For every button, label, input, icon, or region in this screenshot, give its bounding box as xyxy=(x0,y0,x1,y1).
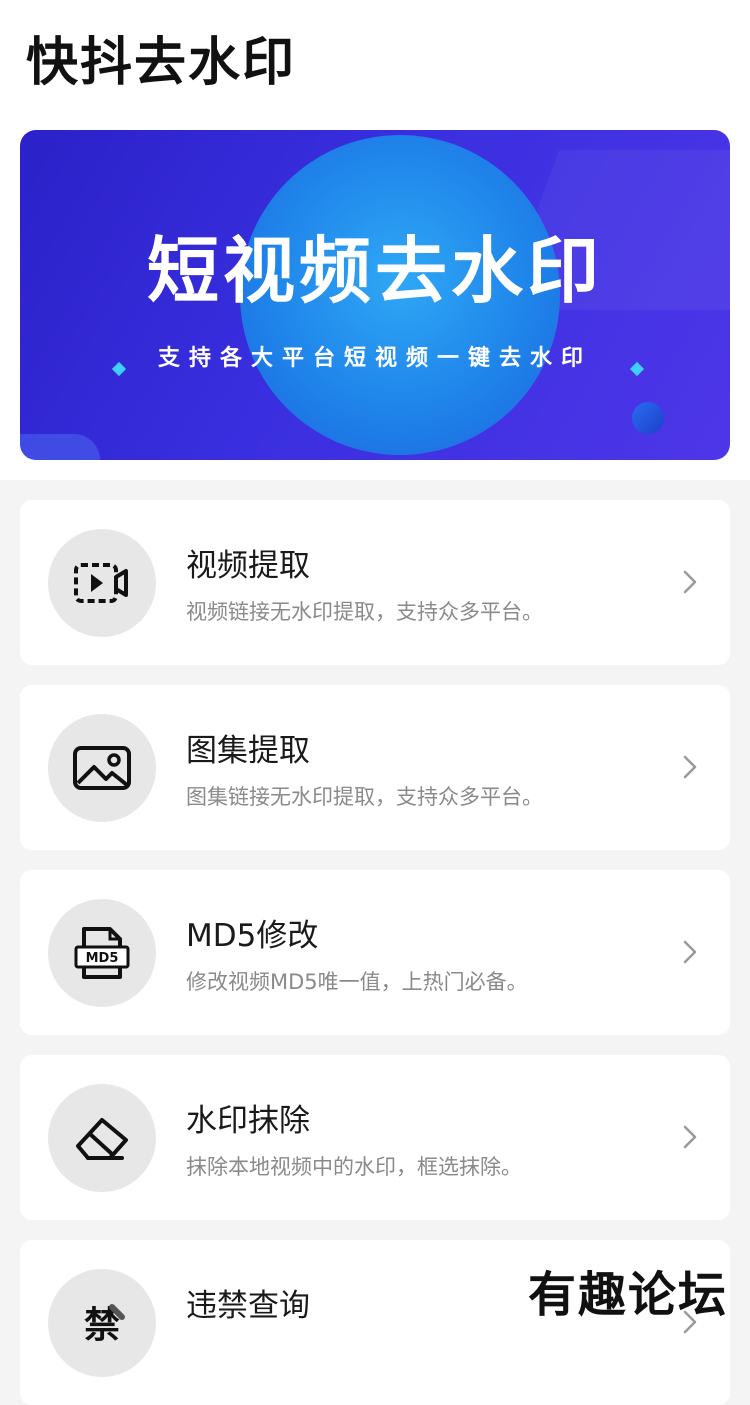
forbidden-word-icon: 禁 xyxy=(48,1269,156,1377)
banner-corner-decoration xyxy=(20,434,100,460)
chevron-right-icon xyxy=(680,568,700,596)
promo-banner[interactable]: 短视频去水印 支持各大平台短视频一键去水印 xyxy=(20,130,730,460)
feature-card-md5-modify[interactable]: MD5 MD5修改 修改视频MD5唯一值，上热门必备。 xyxy=(20,870,730,1035)
feature-description: 修改视频MD5唯一值，上热门必备。 xyxy=(186,966,528,996)
feature-description: 视频链接无水印提取，支持众多平台。 xyxy=(186,596,543,626)
feature-title: 视频提取 xyxy=(186,540,310,585)
feature-card-gallery-extract[interactable]: 图集提取 图集链接无水印提取，支持众多平台。 xyxy=(20,685,730,850)
feature-card-watermark-erase[interactable]: 水印抹除 抹除本地视频中的水印，框选抹除。 xyxy=(20,1055,730,1220)
eraser-icon xyxy=(48,1084,156,1192)
md5-icon-label: MD5 xyxy=(86,951,119,966)
banner-bubble xyxy=(632,402,664,434)
feature-title: 违禁查询 xyxy=(186,1280,310,1325)
banner-subtitle: 支持各大平台短视频一键去水印 xyxy=(20,340,730,372)
banner-title: 短视频去水印 xyxy=(20,212,730,317)
header-section: 快抖去水印 短视频去水印 支持各大平台短视频一键去水印 xyxy=(0,0,750,480)
chevron-right-icon xyxy=(680,1123,700,1151)
feature-title: 图集提取 xyxy=(186,725,310,770)
chevron-right-icon xyxy=(680,938,700,966)
md5-file-icon: MD5 xyxy=(48,899,156,1007)
feature-title: MD5修改 xyxy=(186,910,318,955)
feature-description: 抹除本地视频中的水印，框选抹除。 xyxy=(186,1151,522,1181)
feature-title: 水印抹除 xyxy=(186,1095,310,1140)
app-title: 快抖去水印 xyxy=(26,20,296,95)
chevron-right-icon xyxy=(680,753,700,781)
video-icon xyxy=(48,529,156,637)
feature-card-video-extract[interactable]: 视频提取 视频链接无水印提取，支持众多平台。 xyxy=(20,500,730,665)
feature-description: 图集链接无水印提取，支持众多平台。 xyxy=(186,781,543,811)
image-icon xyxy=(48,714,156,822)
forum-watermark: 有趣论坛 xyxy=(528,1255,728,1325)
